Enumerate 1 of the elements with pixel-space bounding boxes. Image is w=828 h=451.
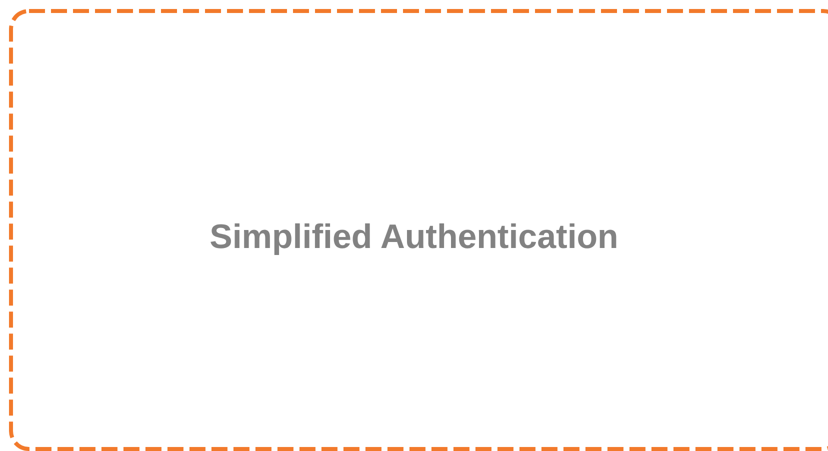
card-title: Simplified Authentication [210,217,618,258]
